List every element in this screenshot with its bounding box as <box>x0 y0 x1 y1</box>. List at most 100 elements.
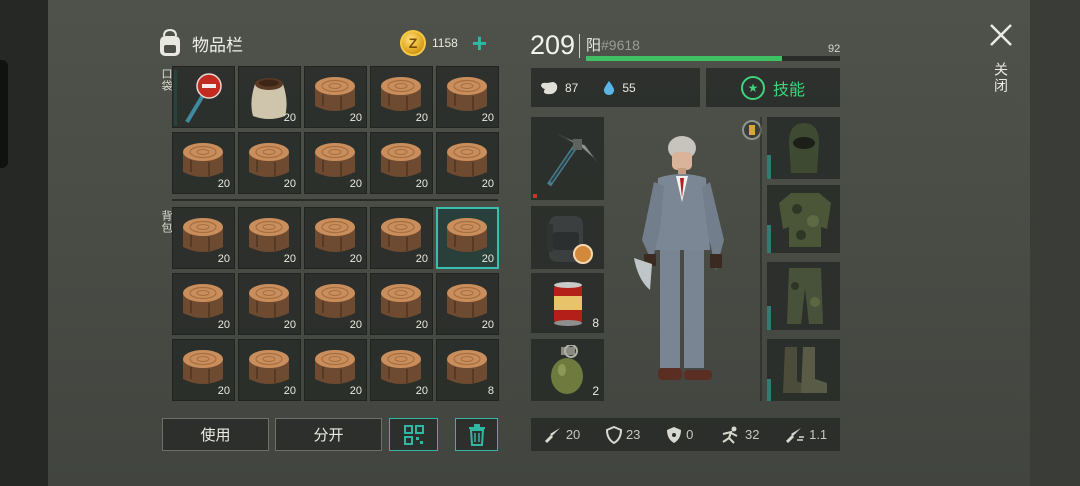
shield-icon <box>605 425 622 444</box>
item-count: 20 <box>349 385 362 397</box>
coin-icon: Z <box>400 30 426 56</box>
combat-boots-icon <box>783 347 827 393</box>
player-character <box>634 136 724 380</box>
feet-slot[interactable] <box>767 339 840 401</box>
character-stats: 20 23 0 32 1.1 <box>531 418 840 451</box>
pocket-slot[interactable] <box>172 66 235 128</box>
trash-button[interactable] <box>455 418 498 451</box>
section-divider <box>172 199 498 201</box>
pocket-slot[interactable]: 20 <box>370 132 433 194</box>
backpack-grid: 20 20 20 20 20 20 20 20 20 20 20 20 20 20 8 <box>172 207 499 401</box>
stop-sign-club-icon <box>185 73 222 124</box>
item-count: 20 <box>415 385 428 397</box>
item-count: 20 <box>283 253 296 265</box>
stat-defense: 23 <box>605 425 640 444</box>
item-count: 8 <box>487 385 494 397</box>
backpack-slot[interactable]: 20 <box>172 273 235 335</box>
stat-speed: 32 <box>719 426 759 444</box>
backpack-slot[interactable]: 20 <box>370 273 433 335</box>
pocket-slot[interactable]: 20 <box>436 132 499 194</box>
player-name: 阳#9618 <box>586 34 640 55</box>
item-count: 20 <box>283 319 296 331</box>
item-count: 20 <box>415 253 428 265</box>
item-count: 20 <box>217 253 230 265</box>
backpack-slot[interactable] <box>531 206 604 269</box>
pocket-slot[interactable]: 20 <box>304 66 367 128</box>
item-count: 20 <box>283 112 296 124</box>
header-separator <box>579 34 580 58</box>
stat-attack: 20 <box>544 426 580 444</box>
split-button[interactable]: 分开 <box>275 418 382 451</box>
skills-button[interactable]: ★ 技能 <box>706 68 840 107</box>
star-icon: ★ <box>740 75 765 100</box>
pocket-slot[interactable]: 20 <box>370 66 433 128</box>
grid-sort-icon <box>403 424 424 445</box>
legs-slot[interactable] <box>767 262 840 330</box>
backpack-slot[interactable]: 20 <box>370 339 433 401</box>
backpack-slot[interactable]: 20 <box>238 207 301 269</box>
item-count: 20 <box>415 319 428 331</box>
skills-label: 技能 <box>772 81 805 99</box>
character-info-badge[interactable] <box>742 120 762 140</box>
item-count: 20 <box>349 112 362 124</box>
backpack-slot[interactable]: 20 <box>304 273 367 335</box>
backpack-slot[interactable]: 8 <box>436 339 499 401</box>
camera-notch <box>0 60 8 168</box>
backpack-slot[interactable]: 20 <box>172 207 235 269</box>
pocket-grid: 20 20 20 20 20 20 20 20 20 <box>172 66 499 194</box>
backpack-slot[interactable]: 20 <box>304 207 367 269</box>
backpack-slot[interactable]: 20 <box>172 339 235 401</box>
sort-button[interactable] <box>389 418 438 451</box>
backpack-slot[interactable]: 20 <box>238 273 301 335</box>
stat-attack-speed: 1.1 <box>785 426 827 444</box>
item-count: 20 <box>217 385 230 397</box>
backpack-slot[interactable]: 20 <box>370 207 433 269</box>
head-durability-bar <box>767 155 771 179</box>
close-label[interactable]: 关闭 <box>991 62 1011 94</box>
backpack-slot[interactable]: 20 <box>238 339 301 401</box>
backpack-slot[interactable]: 20 <box>436 273 499 335</box>
wood-log-icon <box>447 350 487 384</box>
pocket-slot[interactable]: 20 <box>304 132 367 194</box>
backpack-icon <box>160 28 180 56</box>
needs-panel: 87 55 <box>531 68 700 107</box>
durability-marker <box>533 194 537 198</box>
food-count: 8 <box>592 316 599 330</box>
player-level: 92 <box>828 43 841 55</box>
close-icon[interactable] <box>989 22 1013 48</box>
food-slot[interactable]: 8 <box>531 273 604 333</box>
coin-count: 1158 <box>432 36 458 50</box>
pocket-slot[interactable]: 20 <box>436 66 499 128</box>
item-count: 20 <box>349 178 362 190</box>
water-drop-icon <box>604 80 615 95</box>
radiation-value: 0 <box>686 427 694 442</box>
xp-bar-fill <box>586 56 782 61</box>
pocket-slot[interactable]: 20 <box>238 66 301 128</box>
hunger-value: 87 <box>565 80 579 95</box>
thirst-value: 55 <box>622 80 636 95</box>
balaclava-icon <box>789 123 819 173</box>
item-count: 20 <box>481 112 494 124</box>
stat-radiation: 0 <box>666 426 693 444</box>
item-count: 20 <box>283 385 296 397</box>
pocket-slot[interactable]: 20 <box>172 132 235 194</box>
backpack-slot[interactable]: 20 <box>304 339 367 401</box>
item-count: 20 <box>481 178 494 190</box>
add-coins-button[interactable]: + <box>472 30 487 56</box>
sword-icon <box>544 427 560 443</box>
attack-value: 20 <box>565 427 581 442</box>
swing-icon <box>786 427 805 443</box>
pocket-slot[interactable]: 20 <box>238 132 301 194</box>
health-value: 209 <box>530 30 576 60</box>
weapon-slot[interactable] <box>531 117 604 200</box>
head-slot[interactable] <box>767 117 840 179</box>
grenade-slot[interactable]: 2 <box>531 339 604 401</box>
game-screen: 物品栏 Z 1158 + 口袋 背包 20 20 20 20 20 20 20 20 20 20… <box>0 0 1080 486</box>
body-slot[interactable] <box>767 185 840 253</box>
screen-edge-right <box>1030 0 1080 486</box>
item-count: 20 <box>283 178 296 190</box>
backpack-slot[interactable]: 20 <box>436 207 499 269</box>
item-count: 20 <box>415 178 428 190</box>
use-button[interactable]: 使用 <box>162 418 269 451</box>
item-count: 20 <box>481 319 494 331</box>
